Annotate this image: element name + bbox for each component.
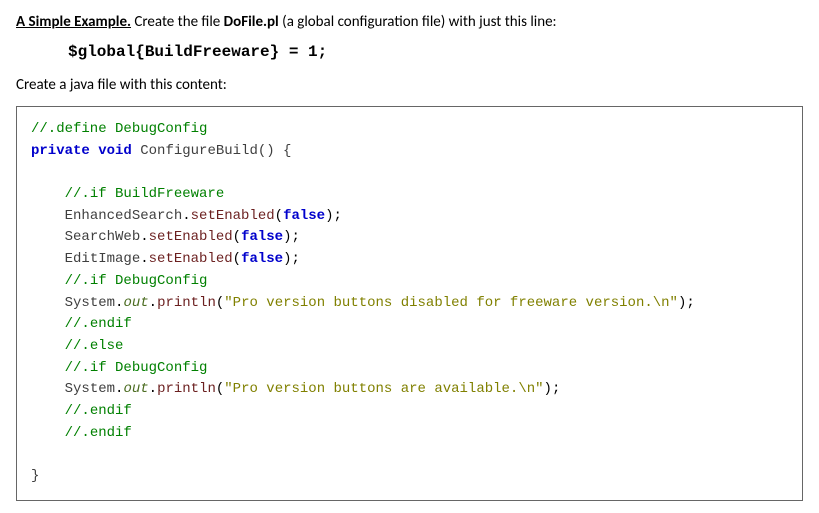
code-line: //.else xyxy=(65,338,124,354)
code-text: SearchWeb xyxy=(65,229,141,245)
code-keyword: void xyxy=(98,143,132,159)
code-string: "Pro version buttons are available.\n" xyxy=(224,381,543,397)
code-text: EditImage xyxy=(65,251,141,267)
code-keyword: false xyxy=(241,251,283,267)
code-keyword: false xyxy=(283,208,325,224)
code-line: //.define DebugConfig xyxy=(31,121,207,137)
code-keyword: false xyxy=(241,229,283,245)
code-text: System xyxy=(65,381,115,397)
code-text: } xyxy=(31,468,39,484)
code-call: setEnabled xyxy=(149,251,233,267)
second-intro: Create a java file with this content: xyxy=(16,75,803,96)
code-line: //.endif xyxy=(65,425,132,441)
intro-paragraph: A Simple Example. Create the file DoFile… xyxy=(16,12,803,33)
java-code-block: //.define DebugConfig private void Confi… xyxy=(16,106,803,501)
intro-lead: A Simple Example. xyxy=(16,13,131,31)
code-keyword: private xyxy=(31,143,90,159)
code-text: ConfigureBuild() { xyxy=(140,143,291,159)
code-line: //.endif xyxy=(65,403,132,419)
intro-rest: Create the file xyxy=(131,13,224,31)
code-text: EnhancedSearch xyxy=(65,208,183,224)
code-member: out xyxy=(123,295,148,311)
code-string: "Pro version buttons disabled for freewa… xyxy=(224,295,678,311)
code-line: //.if DebugConfig xyxy=(65,360,208,376)
code-call: println xyxy=(157,381,216,397)
code-line: //.if BuildFreeware xyxy=(65,186,225,202)
intro-filename: DoFile.pl xyxy=(224,13,279,31)
code-call: setEnabled xyxy=(149,229,233,245)
code-member: out xyxy=(123,381,148,397)
code-text: System xyxy=(65,295,115,311)
code-line: //.if DebugConfig xyxy=(65,273,208,289)
code-call: setEnabled xyxy=(191,208,275,224)
code-call: println xyxy=(157,295,216,311)
intro-tail: (a global configuration file) with just … xyxy=(279,13,557,31)
code-line: //.endif xyxy=(65,316,132,332)
config-code-line: $global{BuildFreeware} = 1; xyxy=(68,43,803,61)
